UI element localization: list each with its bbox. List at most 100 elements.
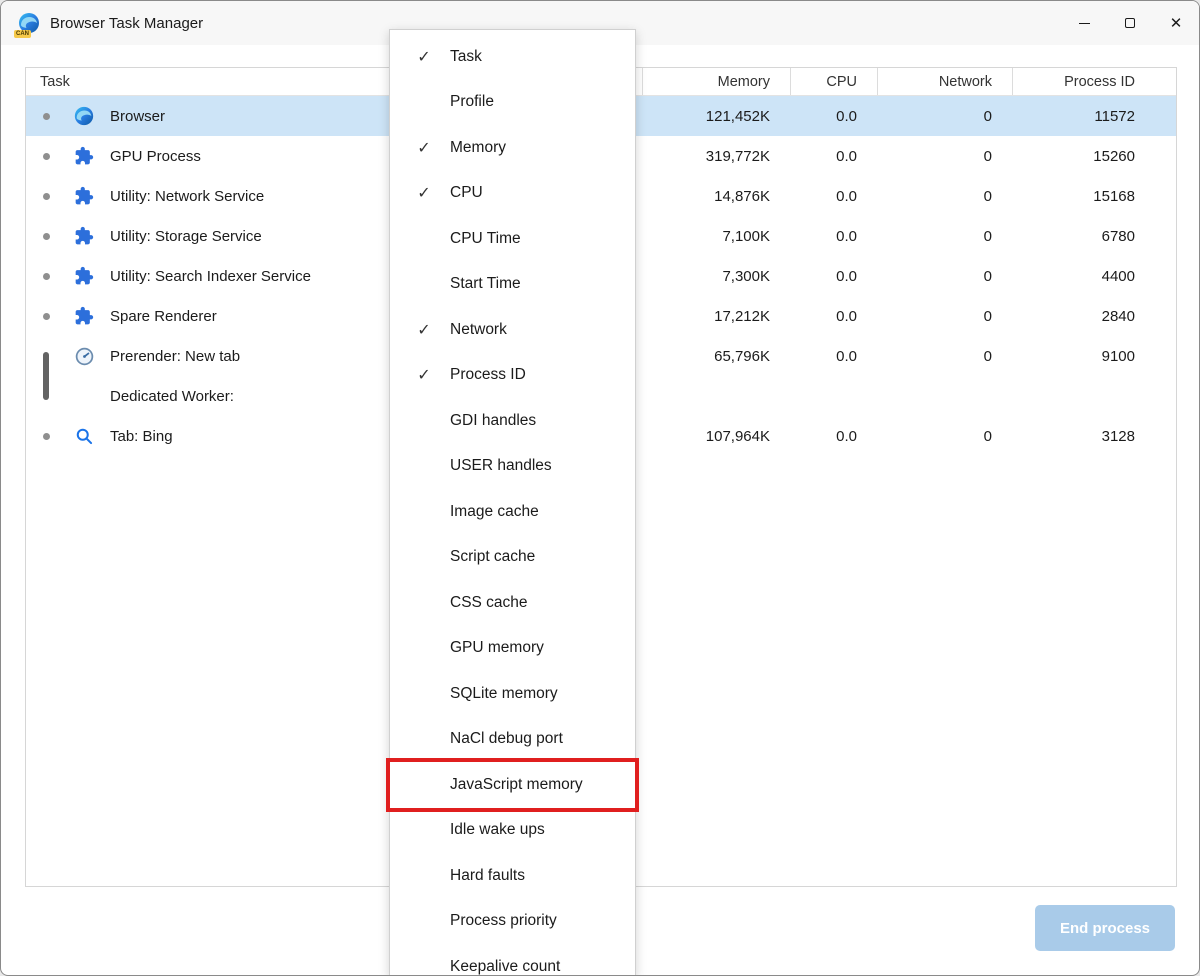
menu-item-label: Network: [450, 321, 507, 339]
menu-item-label: Process priority: [450, 912, 557, 930]
menu-item-label: Task: [450, 48, 482, 66]
close-icon: [1170, 16, 1183, 31]
row-status-marker: [26, 176, 66, 216]
end-process-button[interactable]: End process: [1035, 905, 1175, 951]
app-logo-icon: CAN: [17, 11, 41, 35]
memory-value: 319,772K: [642, 148, 790, 165]
column-menu-item[interactable]: Start Time: [390, 262, 635, 308]
column-menu-item[interactable]: ✓ CPU: [390, 171, 635, 217]
menu-item-label: Memory: [450, 139, 506, 157]
column-menu-item[interactable]: Image cache: [390, 489, 635, 535]
menu-item-label: GDI handles: [450, 412, 536, 430]
column-menu-item[interactable]: Script cache: [390, 535, 635, 581]
column-options-menu: ✓ Task Profile ✓ Memory ✓ CPU CPU Time S…: [389, 29, 636, 976]
row-status-marker: [26, 136, 66, 176]
memory-value: 107,964K: [642, 428, 790, 445]
minimize-icon: [1079, 23, 1090, 24]
process-id-value: 15260: [1012, 148, 1178, 165]
menu-item-label: CPU: [450, 184, 483, 202]
memory-value: 14,876K: [642, 188, 790, 205]
menu-item-label: Profile: [450, 93, 494, 111]
checkmark-icon: ✓: [410, 320, 438, 340]
column-menu-item[interactable]: ✓ Memory: [390, 125, 635, 171]
column-menu-item[interactable]: JavaScript memory: [390, 762, 635, 808]
row-status-marker: [26, 256, 66, 296]
close-button[interactable]: [1153, 1, 1199, 45]
process-id-value: 3128: [1012, 428, 1178, 445]
row-status-marker: [26, 296, 66, 336]
network-value: 0: [877, 108, 1012, 125]
process-id-value: 9100: [1012, 348, 1178, 365]
cpu-value: 0.0: [790, 148, 877, 165]
process-id-value: 4400: [1012, 268, 1178, 285]
column-menu-item[interactable]: Idle wake ups: [390, 808, 635, 854]
column-menu-item[interactable]: CPU Time: [390, 216, 635, 262]
process-id-value: 11572: [1012, 108, 1178, 125]
column-menu-item[interactable]: ✓ Network: [390, 307, 635, 353]
checkmark-icon: ✓: [410, 47, 438, 67]
column-header-cpu[interactable]: CPU: [790, 68, 877, 95]
menu-item-label: Script cache: [450, 548, 535, 566]
network-value: 0: [877, 428, 1012, 445]
column-header-process-id[interactable]: Process ID: [1012, 68, 1178, 95]
column-menu-item[interactable]: GDI handles: [390, 398, 635, 444]
menu-item-label: Hard faults: [450, 867, 525, 885]
menu-item-label: JavaScript memory: [450, 776, 583, 794]
column-menu-item[interactable]: ✓ Process ID: [390, 353, 635, 399]
row-status-marker: [26, 416, 66, 456]
cpu-value: 0.0: [790, 308, 877, 325]
network-value: 0: [877, 268, 1012, 285]
network-value: 0: [877, 148, 1012, 165]
cpu-value: 0.0: [790, 348, 877, 365]
row-status-marker: [26, 96, 66, 136]
memory-value: 65,796K: [642, 348, 790, 365]
extension-icon: [66, 256, 102, 296]
extension-icon: [66, 216, 102, 256]
minimize-button[interactable]: [1061, 1, 1107, 45]
checkmark-icon: ✓: [410, 183, 438, 203]
none-icon: [66, 376, 102, 416]
row-status-marker: [26, 376, 66, 416]
window-title: Browser Task Manager: [50, 15, 203, 32]
column-menu-item[interactable]: Hard faults: [390, 853, 635, 899]
process-id-value: 2840: [1012, 308, 1178, 325]
column-menu-item[interactable]: Keepalive count: [390, 944, 635, 976]
checkmark-icon: ✓: [410, 365, 438, 385]
column-menu-item[interactable]: Process priority: [390, 899, 635, 945]
menu-item-label: SQLite memory: [450, 685, 558, 703]
maximize-button[interactable]: [1107, 1, 1153, 45]
network-value: 0: [877, 348, 1012, 365]
column-menu-item[interactable]: SQLite memory: [390, 671, 635, 717]
cpu-value: 0.0: [790, 228, 877, 245]
menu-item-label: Process ID: [450, 366, 526, 384]
column-menu-item[interactable]: NaCl debug port: [390, 717, 635, 763]
extension-icon: [66, 176, 102, 216]
column-menu-item[interactable]: Profile: [390, 80, 635, 126]
menu-item-label: Idle wake ups: [450, 821, 545, 839]
column-menu-item[interactable]: USER handles: [390, 444, 635, 490]
column-header-memory[interactable]: Memory: [642, 68, 790, 95]
row-status-marker: [26, 336, 66, 376]
menu-item-label: CPU Time: [450, 230, 521, 248]
search-icon: [66, 416, 102, 456]
memory-value: 7,100K: [642, 228, 790, 245]
memory-value: 17,212K: [642, 308, 790, 325]
column-menu-item[interactable]: GPU memory: [390, 626, 635, 672]
checkmark-icon: ✓: [410, 138, 438, 158]
gauge-icon: [66, 336, 102, 376]
network-value: 0: [877, 228, 1012, 245]
canary-badge: CAN: [14, 30, 31, 38]
edge-logo-icon: [66, 96, 102, 136]
memory-value: 7,300K: [642, 268, 790, 285]
extension-icon: [66, 296, 102, 336]
row-status-marker: [26, 216, 66, 256]
window-controls: [1061, 1, 1199, 45]
cpu-value: 0.0: [790, 188, 877, 205]
menu-item-label: USER handles: [450, 457, 552, 475]
menu-item-label: Image cache: [450, 503, 539, 521]
column-header-network[interactable]: Network: [877, 68, 1012, 95]
column-menu-item[interactable]: ✓ Task: [390, 34, 635, 80]
menu-item-label: Start Time: [450, 275, 521, 293]
column-menu-item[interactable]: CSS cache: [390, 580, 635, 626]
menu-item-label: Keepalive count: [450, 958, 560, 976]
